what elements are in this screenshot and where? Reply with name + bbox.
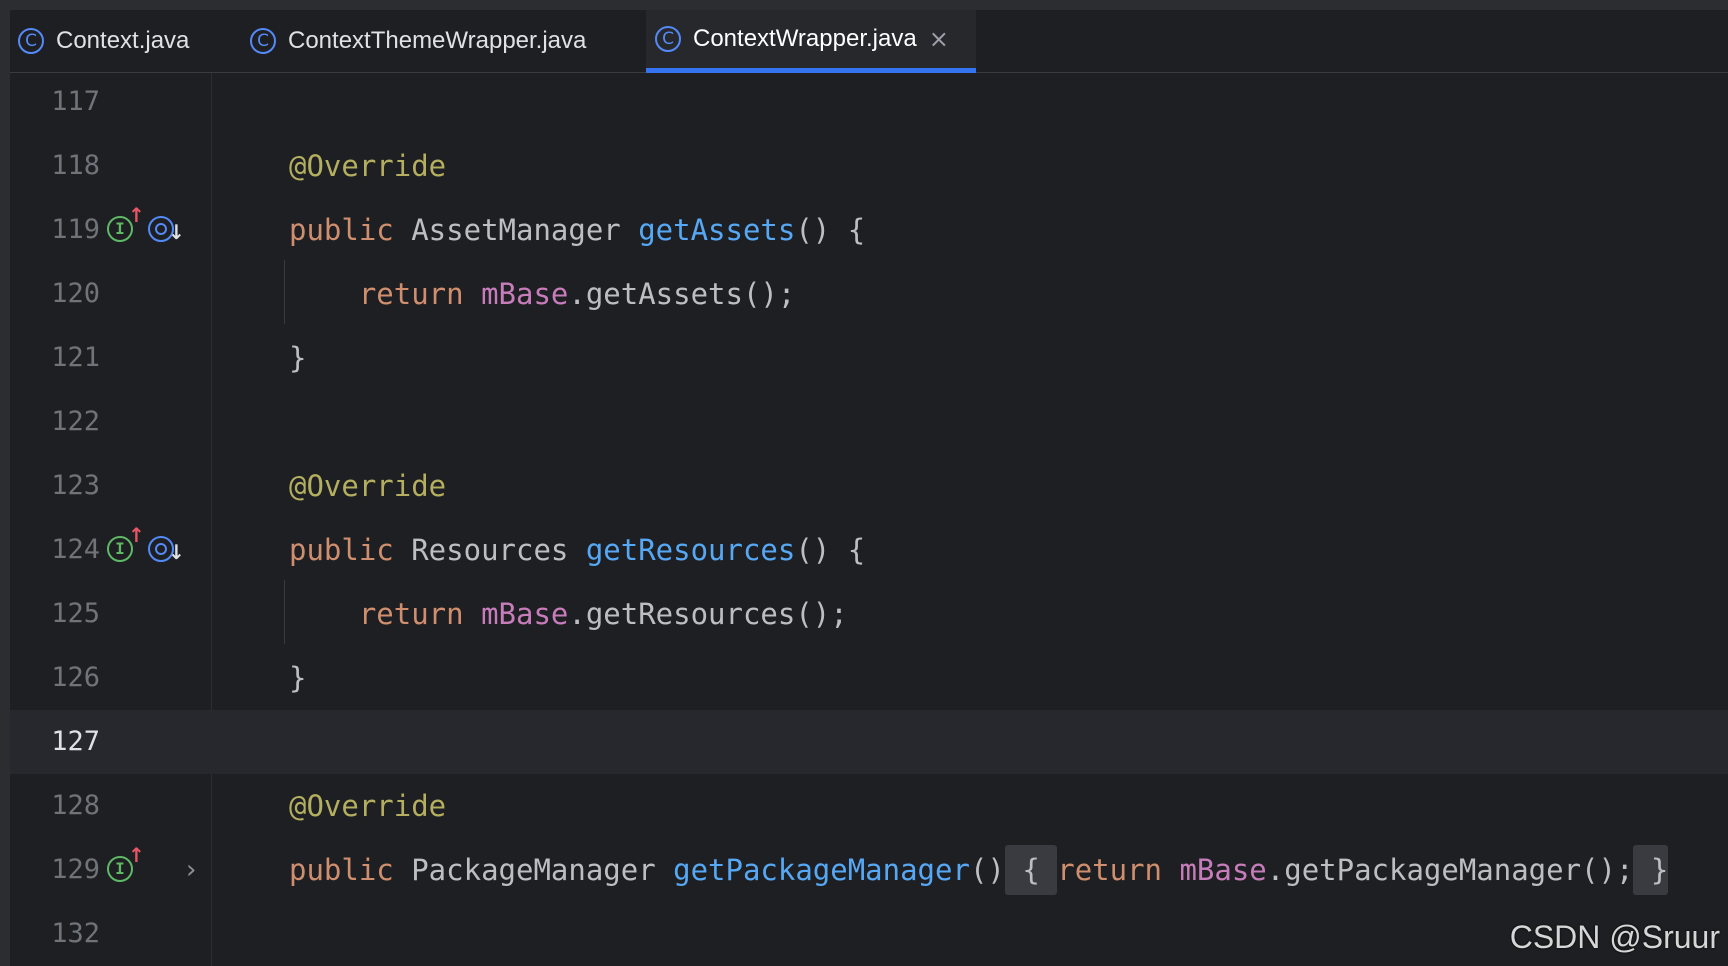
line-number: 123 <box>51 470 100 501</box>
code-token: mBase <box>481 597 569 631</box>
code-line[interactable]: 120 return mBase.getAssets(); <box>10 262 1728 326</box>
code-token: mBase <box>481 277 569 311</box>
line-number: 121 <box>51 342 100 373</box>
code-token: public <box>289 533 394 567</box>
code-text[interactable]: @Override <box>289 134 446 198</box>
code-token: () <box>969 853 1005 887</box>
line-number: 126 <box>51 662 100 693</box>
code-token: mBase <box>1179 853 1267 887</box>
code-line[interactable]: 127 <box>10 710 1728 774</box>
code-token: return <box>289 277 482 311</box>
code-text[interactable]: public AssetManager getAssets() { <box>289 198 865 262</box>
fold-expand-icon[interactable]: › <box>186 838 196 902</box>
go-to-super-arrow-icon: ↑ <box>128 523 145 547</box>
code-line[interactable]: 117 <box>10 70 1728 134</box>
tab-label: ContextWrapper.java <box>693 25 917 52</box>
tab-bar-edge <box>0 10 10 73</box>
folded-region[interactable]: { <box>1004 845 1058 895</box>
code-line[interactable]: 122 <box>10 390 1728 454</box>
code-token: public <box>289 213 394 247</box>
code-line[interactable]: 118 @Override <box>10 134 1728 198</box>
code-token: () { <box>795 213 866 247</box>
code-token: .getAssets(); <box>568 277 796 311</box>
code-line[interactable]: 124 I ↑ ↓ public Resources getResources() { <box>10 518 1728 582</box>
code-token: return <box>289 597 482 631</box>
line-number: 124 <box>51 534 100 565</box>
go-to-implementation-arrow-icon: ↓ <box>168 540 185 564</box>
tab-contextthemewrapper-java[interactable]: C ContextThemeWrapper.java <box>250 10 606 72</box>
line-number: 119 <box>51 214 100 245</box>
code-text[interactable]: @Override <box>289 454 446 518</box>
code-token: AssetManager <box>393 213 639 247</box>
indent-guide <box>284 580 285 644</box>
code-line[interactable]: 123 @Override <box>10 454 1728 518</box>
code-token: @Override <box>289 149 447 183</box>
tab-contextwrapper-java[interactable]: C ContextWrapper.java × <box>646 10 976 73</box>
line-number: 127 <box>51 726 100 757</box>
code-token: } <box>289 341 307 375</box>
class-icon: C <box>18 28 44 54</box>
indent-guide <box>284 260 285 324</box>
code-token: public <box>289 853 394 887</box>
code-token: getPackageManager <box>673 853 970 887</box>
close-icon[interactable]: × <box>929 25 949 53</box>
code-token: } <box>289 661 307 695</box>
ide-window: C Context.java C ContextThemeWrapper.jav… <box>0 0 1728 966</box>
code-text[interactable]: public PackageManager getPackageManager(… <box>289 838 1669 902</box>
line-number: 120 <box>51 278 100 309</box>
editor-tab-bar: C Context.java C ContextThemeWrapper.jav… <box>0 10 1728 73</box>
code-line[interactable]: 125 return mBase.getResources(); <box>10 582 1728 646</box>
code-line[interactable]: 132 <box>10 902 1728 966</box>
tab-context-java[interactable]: C Context.java <box>18 10 209 72</box>
code-line[interactable]: 121} <box>10 326 1728 390</box>
line-number: 118 <box>51 150 100 181</box>
go-to-super-arrow-icon: ↑ <box>128 843 145 867</box>
code-text[interactable]: } <box>289 326 306 390</box>
code-text[interactable]: return mBase.getAssets(); <box>289 262 796 326</box>
tab-label: Context.java <box>56 27 190 54</box>
code-token: Resources <box>393 533 586 567</box>
go-to-super-arrow-icon: ↑ <box>128 203 145 227</box>
code-line[interactable]: 128 @Override <box>10 774 1728 838</box>
line-number: 117 <box>51 86 100 117</box>
watermark: CSDN @Sruur <box>1509 919 1720 955</box>
line-number: 132 <box>51 918 100 949</box>
code-text[interactable]: return mBase.getResources(); <box>289 582 848 646</box>
code-text[interactable]: public Resources getResources() { <box>289 518 865 582</box>
code-token: .getResources(); <box>568 597 848 631</box>
code-token: getAssets <box>638 213 796 247</box>
code-token: @Override <box>289 789 447 823</box>
code-line[interactable]: 129 I ↑ › public PackageManager getPackageMa… <box>10 838 1728 902</box>
code-text[interactable]: } <box>289 646 306 710</box>
code-line[interactable]: 126} <box>10 646 1728 710</box>
code-token: @Override <box>289 469 447 503</box>
code-token: return <box>1057 853 1180 887</box>
tab-label: ContextThemeWrapper.java <box>288 27 587 54</box>
line-number: 122 <box>51 406 100 437</box>
code-token: () { <box>795 533 866 567</box>
line-number: 129 <box>51 854 100 885</box>
class-icon: C <box>655 26 681 52</box>
code-token: getResources <box>585 533 796 567</box>
code-token: .getPackageManager(); <box>1266 853 1634 887</box>
go-to-implementation-arrow-icon: ↓ <box>168 220 185 244</box>
line-number: 125 <box>51 598 100 629</box>
class-icon: C <box>250 28 276 54</box>
code-token: PackageManager <box>393 853 674 887</box>
line-number: 128 <box>51 790 100 821</box>
code-text[interactable]: @Override <box>289 774 446 838</box>
code-line[interactable]: 119 I ↑ ↓ public AssetManager getAssets() { <box>10 198 1728 262</box>
left-tool-strip <box>0 73 10 966</box>
title-strip <box>0 0 1728 10</box>
folded-region[interactable]: } <box>1633 845 1669 895</box>
